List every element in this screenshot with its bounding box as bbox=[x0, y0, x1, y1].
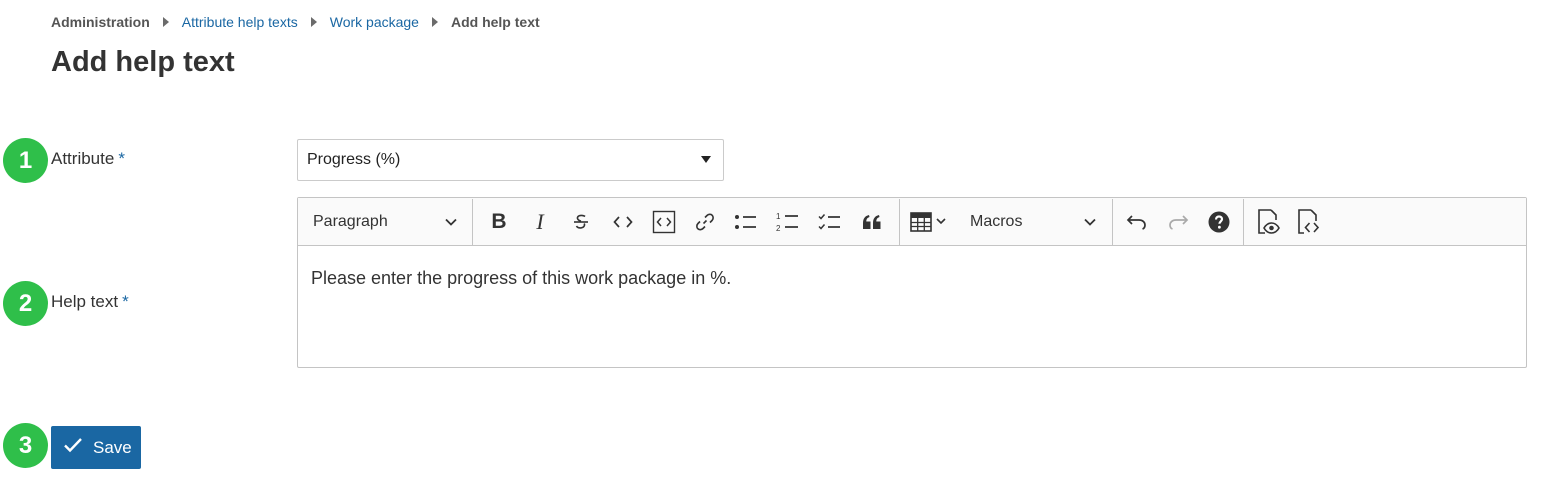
save-button-label: Save bbox=[93, 437, 132, 457]
dropdown-caret-icon bbox=[701, 156, 711, 163]
paragraph-dropdown[interactable]: Paragraph bbox=[298, 213, 472, 231]
bulleted-list-icon bbox=[734, 212, 758, 232]
attribute-label: Attribute * bbox=[51, 149, 125, 169]
toolbar-separator bbox=[1243, 198, 1244, 245]
save-button[interactable]: Save bbox=[51, 426, 141, 469]
checkmark-icon bbox=[51, 437, 93, 458]
bulleted-list-button[interactable] bbox=[725, 205, 767, 239]
required-mark: * bbox=[122, 292, 129, 311]
redo-icon bbox=[1167, 214, 1189, 230]
chevron-down-icon bbox=[1084, 213, 1096, 231]
breadcrumb-item-attribute-help-texts[interactable]: Attribute help texts bbox=[182, 14, 298, 30]
help-text-content: Please enter the progress of this work p… bbox=[311, 268, 732, 288]
todo-list-button[interactable] bbox=[809, 205, 851, 239]
help-icon bbox=[1208, 211, 1230, 233]
toolbar-separator bbox=[472, 198, 473, 245]
step-marker-2: 2 bbox=[3, 281, 48, 326]
italic-icon: I bbox=[536, 208, 544, 234]
required-mark: * bbox=[118, 149, 125, 168]
undo-icon bbox=[1126, 214, 1148, 230]
quote-icon bbox=[862, 214, 882, 230]
attribute-label-text: Attribute bbox=[51, 149, 115, 168]
redo-button[interactable] bbox=[1157, 205, 1199, 239]
breadcrumb-separator-icon bbox=[310, 17, 317, 27]
todo-list-icon bbox=[818, 212, 842, 232]
breadcrumb-separator-icon bbox=[431, 17, 438, 27]
paragraph-dropdown-label: Paragraph bbox=[313, 212, 388, 230]
preview-button[interactable] bbox=[1248, 205, 1288, 239]
code-block-icon bbox=[652, 210, 676, 234]
step-marker-3: 3 bbox=[3, 423, 48, 468]
rich-text-editor: Paragraph B I 1 2 Macros Please enter th… bbox=[297, 197, 1527, 368]
quote-button[interactable] bbox=[851, 205, 893, 239]
code-block-button[interactable] bbox=[643, 205, 685, 239]
help-text-label: Help text * bbox=[51, 292, 129, 312]
bold-button[interactable]: B bbox=[477, 205, 521, 239]
macros-dropdown-label: Macros bbox=[970, 212, 1023, 230]
chevron-down-icon bbox=[445, 213, 457, 231]
breadcrumb-item-work-package[interactable]: Work package bbox=[330, 14, 419, 30]
breadcrumb-item-current: Add help text bbox=[450, 14, 540, 30]
step-marker-1: 1 bbox=[3, 138, 48, 183]
help-button[interactable] bbox=[1199, 205, 1239, 239]
undo-button[interactable] bbox=[1117, 205, 1157, 239]
table-icon bbox=[910, 211, 946, 232]
numbered-list-icon: 12 bbox=[776, 211, 800, 233]
inline-code-icon bbox=[613, 215, 633, 229]
table-button[interactable] bbox=[900, 205, 956, 239]
breadcrumb-separator-icon bbox=[162, 17, 169, 27]
breadcrumb-item-administration[interactable]: Administration bbox=[51, 14, 150, 30]
editor-content-area[interactable]: Please enter the progress of this work p… bbox=[298, 246, 1526, 311]
toolbar-separator bbox=[1112, 198, 1113, 245]
link-button[interactable] bbox=[685, 205, 725, 239]
link-icon bbox=[695, 212, 715, 232]
source-button[interactable] bbox=[1288, 205, 1328, 239]
strikethrough-icon bbox=[571, 212, 591, 232]
bold-icon: B bbox=[491, 209, 507, 233]
breadcrumb: Administration Attribute help texts Work… bbox=[51, 12, 540, 32]
attribute-select[interactable]: Progress (%) bbox=[297, 139, 724, 181]
source-icon bbox=[1296, 208, 1320, 235]
macros-dropdown[interactable]: Macros bbox=[956, 213, 1112, 231]
preview-icon bbox=[1256, 208, 1280, 235]
strikethrough-button[interactable] bbox=[559, 205, 603, 239]
editor-toolbar: Paragraph B I 1 2 Macros bbox=[298, 198, 1526, 246]
italic-button[interactable]: I bbox=[521, 205, 559, 239]
svg-text:2: 2 bbox=[776, 224, 781, 233]
attribute-select-value: Progress (%) bbox=[307, 151, 401, 168]
svg-text:1: 1 bbox=[776, 212, 781, 221]
inline-code-button[interactable] bbox=[603, 205, 643, 239]
page-title: Add help text bbox=[51, 46, 235, 78]
help-text-label-text: Help text bbox=[51, 292, 119, 311]
numbered-list-button[interactable]: 12 bbox=[767, 205, 809, 239]
